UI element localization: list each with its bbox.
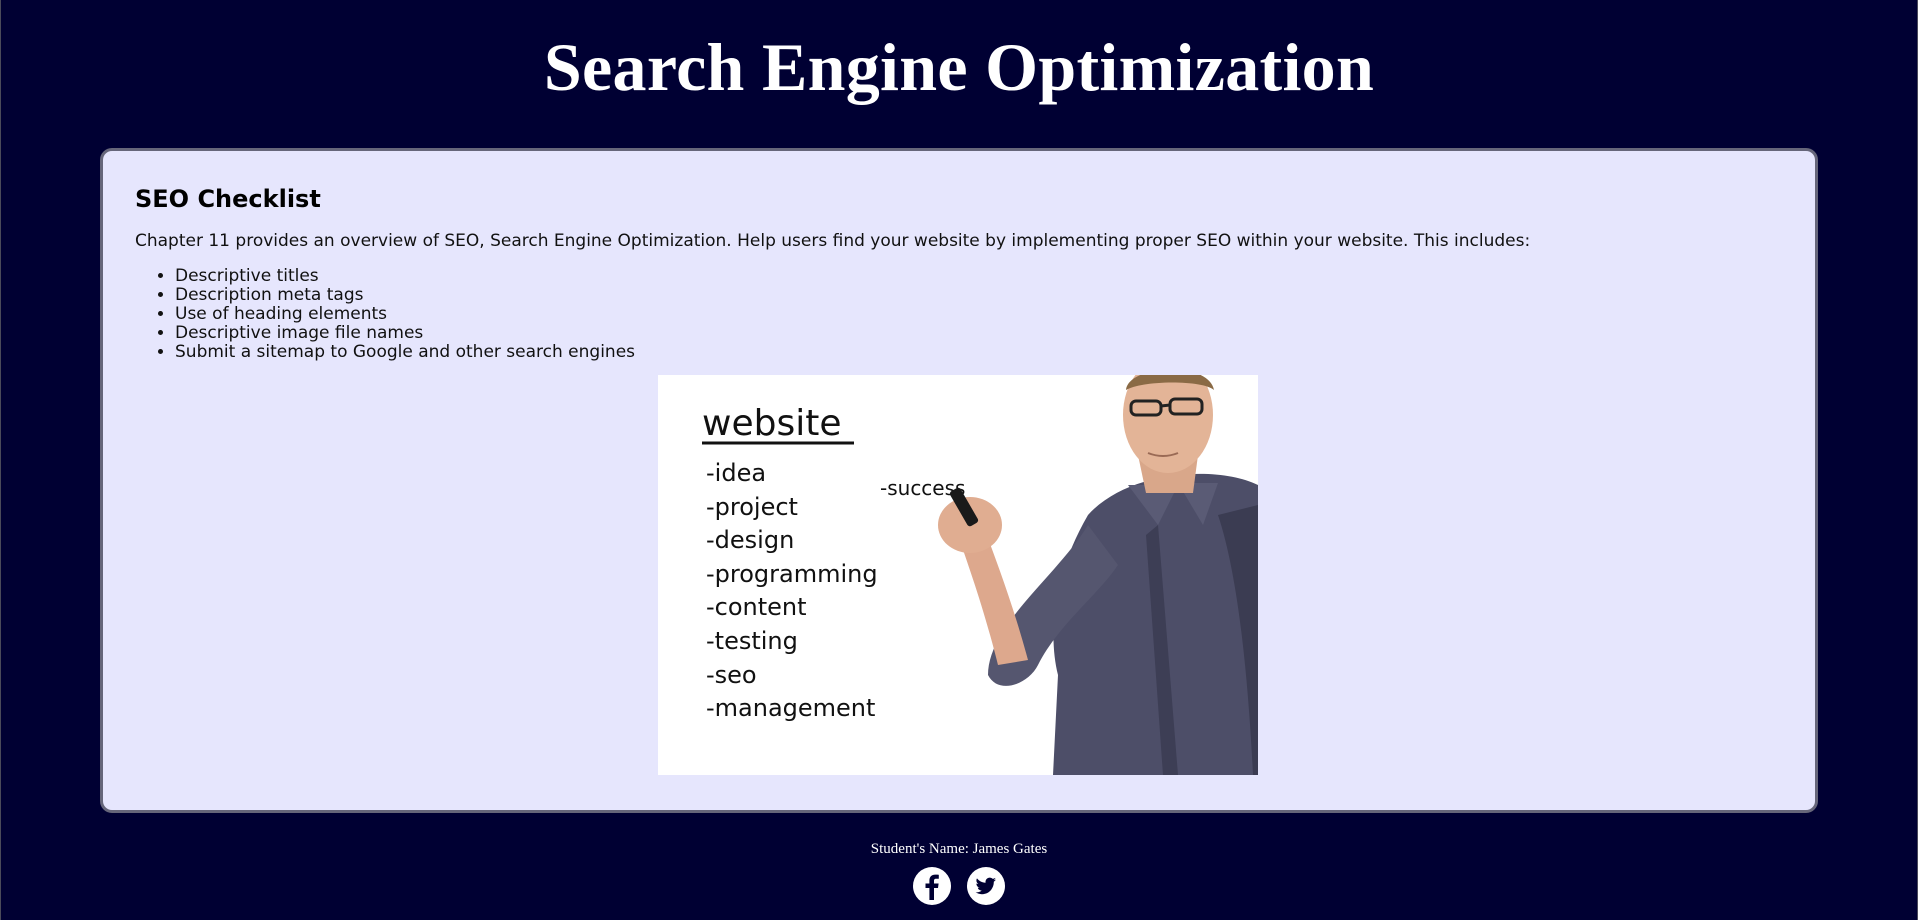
board-item: -testing: [706, 627, 798, 655]
twitter-icon: [967, 867, 1005, 905]
list-item: Submit a sitemap to Google and other sea…: [175, 343, 1783, 362]
list-item: Use of heading elements: [175, 305, 1783, 324]
social-links: [0, 866, 1918, 906]
facebook-link[interactable]: [912, 866, 952, 906]
board-item: -content: [706, 593, 807, 621]
board-item: -project: [706, 493, 798, 521]
list-item: Descriptive image file names: [175, 324, 1783, 343]
board-item: -management: [706, 694, 875, 722]
seo-illustration-image: website -idea -project -design -programm…: [658, 375, 1258, 775]
seo-checklist-card: SEO Checklist Chapter 11 provides an ove…: [100, 148, 1818, 813]
student-name: Student's Name: James Gates: [870, 841, 1048, 857]
page-footer: Student's Name: James Gates: [0, 840, 1918, 906]
board-item: -programming: [706, 560, 878, 588]
illustration-svg: website -idea -project -design -programm…: [658, 375, 1258, 775]
checklist: Descriptive titles Description meta tags…: [135, 267, 1783, 362]
twitter-link[interactable]: [966, 866, 1006, 906]
facebook-icon: [913, 867, 951, 905]
board-item: -design: [706, 526, 794, 554]
section-heading: SEO Checklist: [135, 185, 321, 213]
board-item: -seo: [706, 661, 757, 689]
list-item: Description meta tags: [175, 286, 1783, 305]
intro-paragraph: Chapter 11 provides an overview of SEO, …: [135, 231, 1531, 251]
board-title: website: [702, 403, 841, 444]
list-item: Descriptive titles: [175, 267, 1783, 286]
board-item: -idea: [706, 459, 766, 487]
